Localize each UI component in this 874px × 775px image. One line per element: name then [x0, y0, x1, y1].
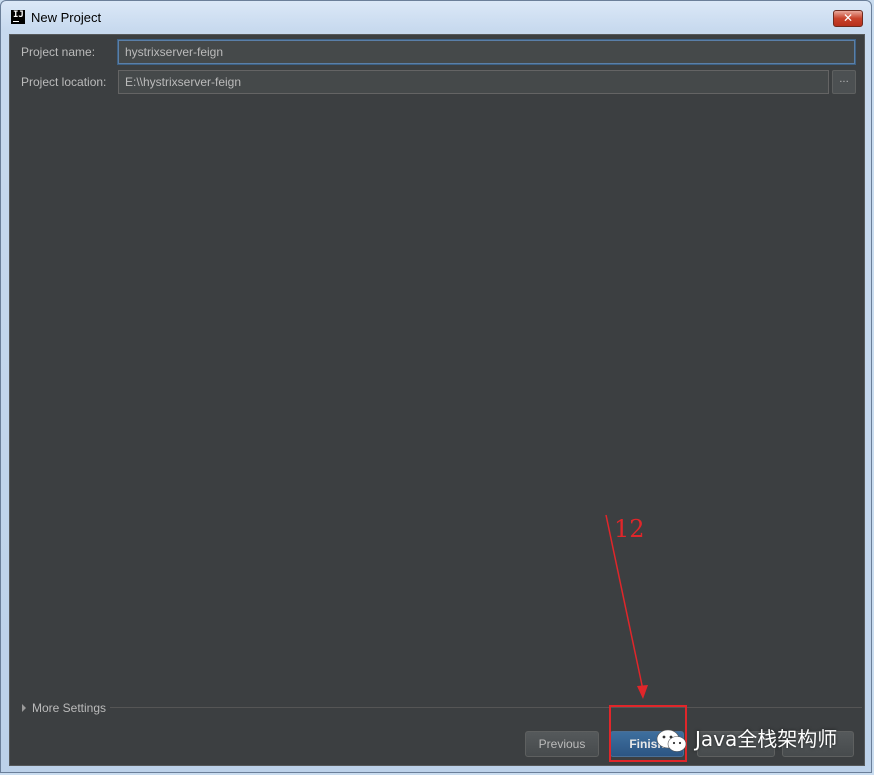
annotation-arrow	[605, 514, 648, 699]
watermark-text: Java全栈架构师	[695, 727, 838, 751]
wechat-icon	[656, 729, 687, 752]
annotation-step-number: 12	[614, 515, 645, 543]
